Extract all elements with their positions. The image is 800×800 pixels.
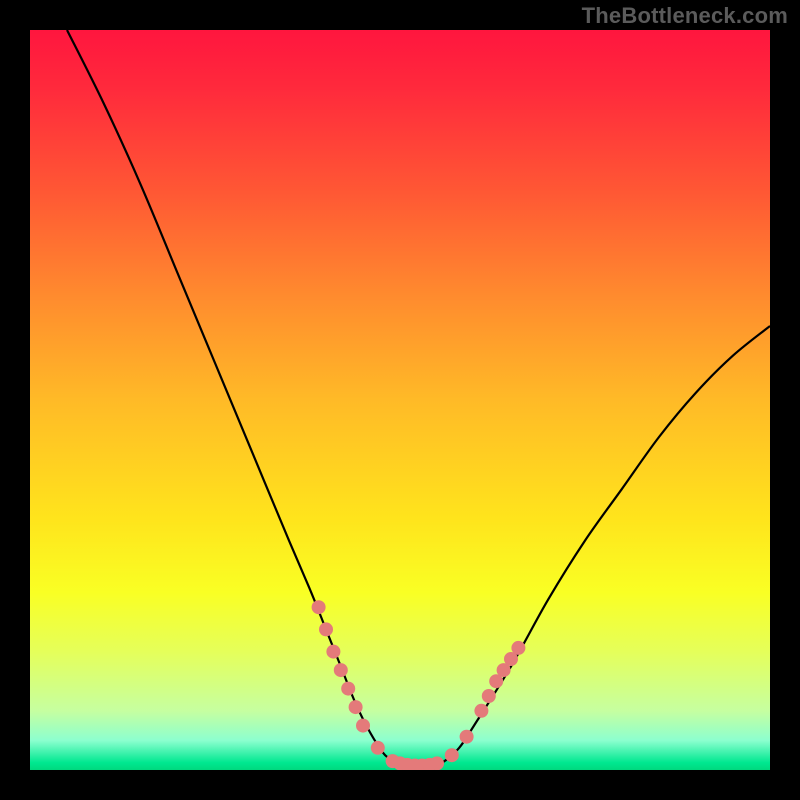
curve-marker — [430, 756, 444, 770]
curve-marker — [334, 663, 348, 677]
curve-marker — [482, 689, 496, 703]
chart-svg — [30, 30, 770, 770]
watermark-text: TheBottleneck.com — [582, 3, 788, 29]
curve-marker — [460, 730, 474, 744]
plot-area — [30, 30, 770, 770]
curve-markers — [312, 600, 526, 770]
curve-marker — [474, 704, 488, 718]
curve-marker — [445, 748, 459, 762]
curve-marker — [371, 741, 385, 755]
frame: TheBottleneck.com — [0, 0, 800, 800]
curve-marker — [319, 622, 333, 636]
curve-marker — [356, 719, 370, 733]
curve-marker — [326, 645, 340, 659]
curve-marker — [349, 700, 363, 714]
curve-marker — [341, 682, 355, 696]
bottleneck-curve — [67, 30, 770, 766]
curve-marker — [312, 600, 326, 614]
curve-marker — [511, 641, 525, 655]
